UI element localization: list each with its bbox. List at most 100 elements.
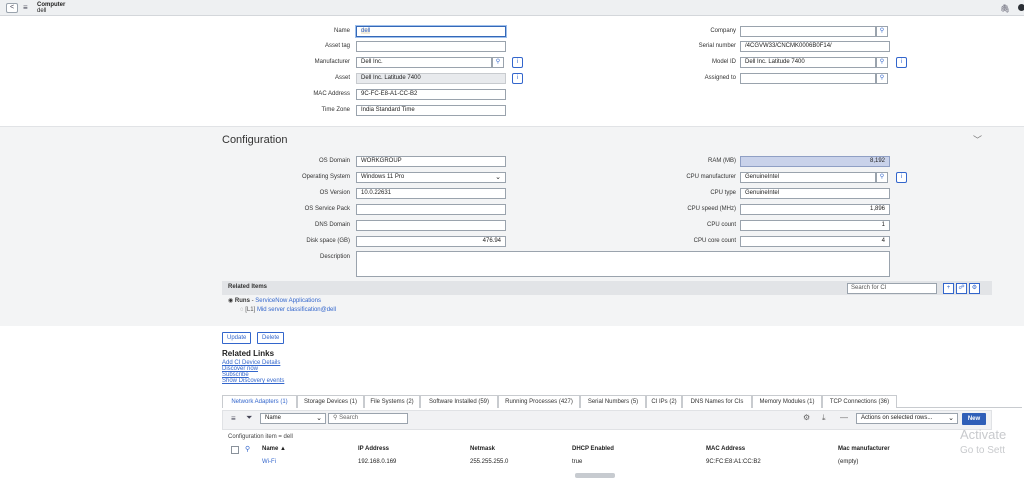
- update-button[interactable]: Update: [222, 332, 252, 344]
- column-name[interactable]: Name ▲: [262, 446, 286, 452]
- asset-input: Dell Inc. Latitude 7400: [356, 73, 506, 84]
- model-id-lookup-icon[interactable]: ⚲: [876, 57, 888, 68]
- related-list-tabs: Network Adapters (1) Storage Devices (1)…: [222, 395, 1022, 408]
- list-menu-icon[interactable]: ≡: [231, 415, 236, 423]
- description-label: Description: [319, 254, 350, 260]
- column-ip-address[interactable]: IP Address: [358, 446, 389, 452]
- delete-button[interactable]: Delete: [257, 332, 285, 344]
- settings-icon[interactable]: ⚙: [969, 283, 980, 294]
- cpu-speed-input[interactable]: 1,896: [740, 204, 890, 215]
- search-icon[interactable]: ⚲: [245, 445, 250, 453]
- mac-address-input[interactable]: 9C-FC-E8-A1-CC-B2: [356, 89, 506, 100]
- tab-network-adapters[interactable]: Network Adapters (1): [222, 395, 297, 408]
- company-input[interactable]: [740, 26, 876, 37]
- column-mac-address[interactable]: MAC Address: [706, 446, 745, 452]
- disk-space-input[interactable]: 476.94: [356, 236, 506, 247]
- download-icon[interactable]: ⤓: [822, 414, 826, 422]
- cpu-count-label: CPU count: [706, 222, 736, 228]
- tab-ci-ips[interactable]: CI IPs (2): [646, 395, 682, 408]
- os-version-input[interactable]: 10.0.22631: [356, 188, 506, 199]
- tab-software-installed[interactable]: Software Installed (59): [420, 395, 498, 408]
- new-button[interactable]: New: [962, 413, 986, 425]
- horizontal-scrollbar[interactable]: [575, 473, 615, 478]
- operating-system-value: Windows 11 Pro: [361, 174, 405, 180]
- list-search-input[interactable]: ⚲ Search: [328, 413, 408, 424]
- activate-watermark-sub: Go to Sett: [960, 445, 1006, 456]
- list-search-placeholder: Search: [339, 415, 359, 421]
- row-name-link[interactable]: Wi-Fi: [262, 459, 276, 465]
- os-service-pack-input[interactable]: [356, 204, 506, 215]
- gear-icon[interactable]: ⚙: [803, 414, 810, 422]
- collapse-icon[interactable]: —: [840, 414, 848, 422]
- select-all-checkbox[interactable]: [231, 446, 239, 454]
- description-textarea[interactable]: [356, 251, 890, 277]
- related-links-title: Related Links: [222, 349, 275, 358]
- show-discovery-events-link[interactable]: Show Discovery events: [222, 378, 284, 384]
- ram-input[interactable]: 8,192: [740, 156, 890, 167]
- cpu-manufacturer-input[interactable]: GenuineIntel: [740, 172, 876, 183]
- row-mac-address: 9C:FC:E8:A1:CC:B2: [706, 459, 761, 465]
- disk-space-label: Disk space (GB): [306, 238, 350, 244]
- related-items-search-input[interactable]: Search for CI: [847, 283, 937, 294]
- operating-system-select[interactable]: Windows 11 Pro ⌄: [356, 172, 506, 183]
- column-dhcp-enabled[interactable]: DHCP Enabled: [572, 446, 614, 452]
- search-field-select[interactable]: Name ⌄: [260, 413, 326, 424]
- asset-tag-label: Asset tag: [324, 43, 350, 49]
- tab-running-processes[interactable]: Running Processes (427): [498, 395, 580, 408]
- hamburger-icon[interactable]: ≡: [23, 4, 28, 12]
- back-button[interactable]: <: [6, 3, 18, 13]
- manufacturer-input[interactable]: Dell Inc.: [356, 57, 492, 68]
- time-zone-input[interactable]: India Standard Time: [356, 105, 506, 116]
- asset-info-icon[interactable]: i: [512, 73, 523, 84]
- name-label: Name: [333, 28, 350, 34]
- paperclip-icon[interactable]: 🖇: [1000, 4, 1010, 13]
- manufacturer-lookup-icon[interactable]: ⚲: [492, 57, 504, 68]
- cpu-type-input[interactable]: GenuineIntel: [740, 188, 890, 199]
- model-id-input[interactable]: Dell Inc. Latitude 7400: [740, 57, 876, 68]
- serial-number-label: Serial number: [698, 43, 736, 49]
- tab-dns-names[interactable]: DNS Names for CIs: [682, 395, 752, 408]
- tab-storage-devices[interactable]: Storage Devices (1): [297, 395, 364, 408]
- manufacturer-info-icon[interactable]: i: [512, 57, 523, 68]
- more-options-icon[interactable]: [1018, 4, 1024, 11]
- circle-icon: ◉: [228, 298, 234, 304]
- filter-breadcrumb[interactable]: Configuration item = dell: [228, 434, 293, 440]
- mid-server-classification-link[interactable]: Mid server classification@dell: [257, 307, 336, 313]
- servicenow-applications-link[interactable]: ServiceNow Applications: [255, 298, 321, 304]
- model-id-info-icon[interactable]: i: [896, 57, 907, 68]
- tab-memory-modules[interactable]: Memory Modules (1): [752, 395, 822, 408]
- cpu-count-input[interactable]: 1: [740, 220, 890, 231]
- os-domain-label: OS Domain: [318, 158, 350, 164]
- name-input[interactable]: dell: [356, 26, 506, 37]
- add-icon[interactable]: +: [943, 283, 954, 294]
- relationship-icon[interactable]: ☍: [956, 283, 967, 294]
- tab-tcp-connections[interactable]: TCP Connections (36): [822, 395, 897, 408]
- column-netmask[interactable]: Netmask: [470, 446, 495, 452]
- cpu-type-label: CPU type: [710, 190, 736, 196]
- tab-file-systems[interactable]: File Systems (2): [364, 395, 420, 408]
- sub-prefix: [L1]: [245, 307, 256, 313]
- serial-number-input[interactable]: /4CGVW33/CNCMK0006B0F14/: [740, 41, 890, 52]
- assigned-to-input[interactable]: [740, 73, 876, 84]
- cpu-manufacturer-lookup-icon[interactable]: ⚲: [876, 172, 888, 183]
- related-items-title: Related Items: [228, 284, 268, 290]
- company-lookup-icon[interactable]: ⚲: [876, 26, 888, 37]
- runs-relationship: ◉ Runs - ServiceNow Applications: [228, 298, 321, 304]
- cpu-speed-label: CPU speed (MHz): [687, 206, 736, 212]
- dns-domain-input[interactable]: [356, 220, 506, 231]
- cpu-manufacturer-info-icon[interactable]: i: [896, 172, 907, 183]
- chevron-down-icon: ⌄: [495, 174, 501, 181]
- configuration-title: Configuration: [222, 134, 288, 146]
- os-domain-input[interactable]: WORKGROUP: [356, 156, 506, 167]
- assigned-to-lookup-icon[interactable]: ⚲: [876, 73, 888, 84]
- filter-icon[interactable]: ⏷: [246, 414, 252, 422]
- tab-serial-numbers[interactable]: Serial Numbers (5): [580, 395, 646, 408]
- row-dhcp-enabled: true: [572, 459, 583, 465]
- chevron-down-icon[interactable]: ﹀: [973, 133, 982, 146]
- ram-label: RAM (MB): [708, 158, 736, 164]
- cpu-core-count-input[interactable]: 4: [740, 236, 890, 247]
- column-mac-manufacturer[interactable]: Mac manufacturer: [838, 446, 890, 452]
- cpu-manufacturer-label: CPU manufacturer: [686, 174, 736, 180]
- asset-tag-input[interactable]: [356, 41, 506, 52]
- actions-select[interactable]: Actions on selected rows... ⌄: [856, 413, 958, 424]
